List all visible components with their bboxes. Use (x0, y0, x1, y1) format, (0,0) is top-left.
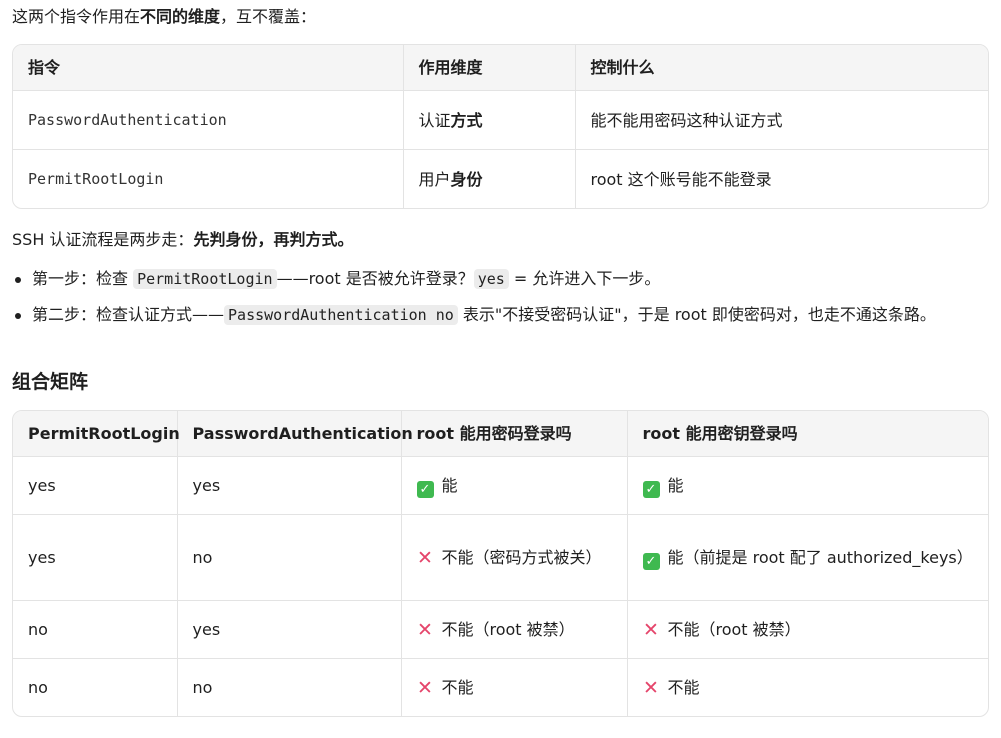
result-text: 能 (667, 476, 684, 495)
column-header-dimension: 作用维度 (403, 45, 576, 91)
list-item: 第一步：检查 PermitRootLogin ——root 是否被允许登录？ yes… (12, 266, 987, 292)
table-row: PasswordAuthentication 认证方式 能不能用密码这种认证方式 (13, 90, 988, 150)
result-text: 不能 (441, 678, 474, 697)
directive-cell: PasswordAuthentication (13, 90, 404, 150)
result-text: 能（前提是 root 配了 authorized_keys） (667, 548, 973, 567)
column-header-permitrootlogin: PermitRootLogin (13, 411, 180, 457)
intro-paragraph: 这两个指令作用在不同的维度，互不覆盖： (12, 4, 316, 30)
passwordauth-cell: no (177, 514, 402, 601)
result-text: 不能 (667, 678, 700, 697)
steps-list: 第一步：检查 PermitRootLogin ——root 是否被允许登录？ yes… (12, 266, 987, 328)
cross-icon: ✕ (417, 677, 433, 699)
check-icon: ✓ (642, 481, 660, 498)
cross-icon: ✕ (643, 619, 659, 641)
cross-icon: ✕ (417, 547, 433, 569)
controls-cell: root 这个账号能不能登录 (590, 169, 772, 189)
password-login-cell: ✓ 能 (401, 456, 628, 515)
cross-icon: ✕ (643, 677, 659, 699)
controls-cell: 能不能用密码这种认证方式 (575, 90, 988, 150)
inline-code: yes (473, 269, 509, 289)
table-row: PermitRootLogin 用户身份 root 这个账号能不能登录 (13, 149, 988, 208)
intro-bold: 不同的维度 (140, 7, 221, 26)
column-header-password-login: root 能用密码登录吗 (401, 411, 628, 457)
permitrootlogin-cell: no (13, 600, 178, 659)
password-login-cell: ✕ 不能（密码方式被关） (401, 514, 628, 601)
step-text: 第二步：检查认证方式—— (32, 305, 225, 324)
key-login-cell: ✓ 能 (627, 456, 988, 515)
column-header-directive: 指令 (13, 45, 404, 91)
key-login-cell: ✓ 能（前提是 root 配了 authorized_keys） (627, 514, 988, 601)
flow-prefix: SSH 认证流程是两步走： (12, 230, 194, 249)
column-header-key-login: root 能用密钥登录吗 (627, 411, 988, 457)
step-text: ——root 是否被允许登录？ (276, 269, 474, 288)
dimension-bold: 方式 (450, 110, 483, 130)
password-login-cell: ✕ 不能 (401, 658, 628, 716)
table-header-row: 指令 作用维度 控制什么 (13, 45, 988, 91)
table-row: yes no ✕ 不能（密码方式被关） ✓ 能（前提是 root 配了 author… (13, 514, 988, 601)
table-row: no no ✕ 不能 ✕ 不能 (13, 658, 988, 717)
dimension-cell: 用户身份 (403, 149, 576, 208)
intro-suffix: ，互不覆盖： (220, 7, 317, 26)
dimension-plain: 认证 (418, 110, 451, 130)
key-login-cell: ✕ 不能 (627, 659, 988, 717)
passwordauth-cell: no (177, 658, 402, 716)
passwordauth-cell: yes (177, 456, 402, 515)
section-heading: 组合矩阵 (12, 371, 89, 393)
inline-code: PasswordAuthentication no (224, 305, 458, 325)
step-text: 第一步：检查 (32, 269, 134, 288)
dimension-plain: 用户 (418, 169, 451, 189)
flow-bold: 先判身份，再判方式。 (193, 230, 354, 249)
result-text: 不能（root 被禁） (667, 620, 801, 639)
dimension-bold: 身份 (450, 169, 483, 189)
list-item: 第二步：检查认证方式—— PasswordAuthentication no 表示… (12, 302, 987, 328)
cross-icon: ✕ (417, 619, 433, 641)
matrix-table: PermitRootLogin PasswordAuthentication r… (12, 410, 989, 717)
table-row: no yes ✕ 不能（root 被禁） ✕ 不能（root 被禁） (13, 600, 988, 659)
key-login-cell: ✕ 不能（root 被禁） (627, 600, 988, 659)
table-header-row: PermitRootLogin PasswordAuthentication r… (13, 411, 988, 457)
check-icon: ✓ (642, 553, 660, 570)
column-header-passwordauthentication: PasswordAuthentication (177, 411, 413, 457)
directive-table: 指令 作用维度 控制什么 PasswordAuthentication 认证方式… (12, 44, 989, 209)
dimension-cell: 认证方式 (403, 90, 576, 150)
permitrootlogin-cell: yes (13, 514, 178, 601)
intro-prefix: 这两个指令作用在 (12, 7, 141, 26)
result-text: 不能（密码方式被关） (441, 548, 602, 567)
inline-code: PermitRootLogin (133, 269, 277, 289)
result-text: 不能（root 被禁） (441, 620, 575, 639)
result-text: 能 (441, 476, 458, 495)
permitrootlogin-cell: yes (13, 456, 178, 515)
directive-cell: PermitRootLogin (13, 149, 404, 208)
step-text: = 允许进入下一步。 (508, 269, 661, 288)
table-row: yes yes ✓ 能 ✓ 能 (13, 456, 988, 515)
password-login-cell: ✕ 不能（root 被禁） (401, 600, 628, 659)
passwordauth-cell: yes (177, 600, 402, 659)
column-header-controls: 控制什么 (575, 45, 988, 91)
flow-paragraph: SSH 认证流程是两步走：先判身份，再判方式。 (12, 227, 353, 253)
check-icon: ✓ (416, 481, 434, 498)
step-text: 表示"不接受密码认证"，于是 root 即使密码对，也走不通这条路。 (457, 305, 936, 324)
permitrootlogin-cell: no (13, 658, 178, 716)
